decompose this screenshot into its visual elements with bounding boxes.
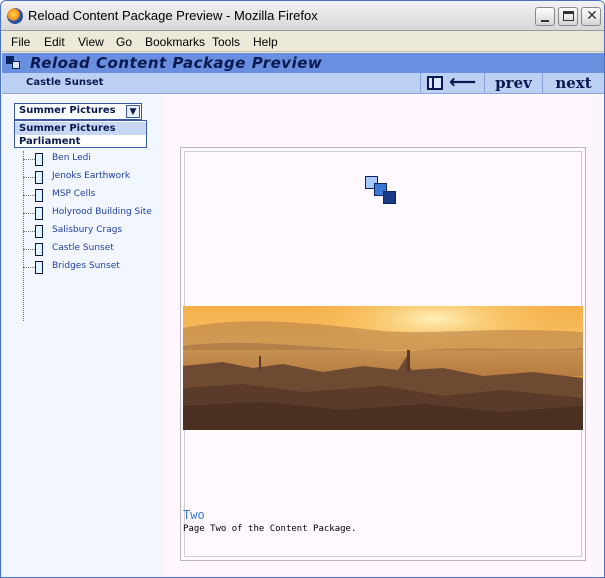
close-icon: ✕ <box>586 8 598 24</box>
content-text: Page Two of the Content Package. <box>183 524 357 534</box>
document-icon <box>35 171 43 184</box>
document-icon <box>35 225 43 238</box>
menu-tools[interactable]: Tools <box>212 35 240 49</box>
organization-option[interactable]: Summer Pictures <box>15 122 146 135</box>
toc-tree: Ben Ledi Jenoks Earthwork MSP Cells Holy… <box>20 151 162 331</box>
menu-file[interactable]: File <box>11 35 30 49</box>
maximize-icon <box>563 11 574 21</box>
maximize-button[interactable] <box>558 7 578 26</box>
organization-dropdown: Summer Pictures Parliament <box>14 120 147 148</box>
toc-item[interactable]: Bridges Sunset <box>20 259 162 277</box>
organization-select-value: Summer Pictures <box>19 105 116 116</box>
menu-bookmarks[interactable]: Bookmarks <box>145 35 205 49</box>
close-button[interactable]: ✕ <box>581 7 601 26</box>
prev-button[interactable]: prev <box>484 73 542 93</box>
toc-link[interactable]: Ben Ledi <box>52 153 91 163</box>
navigation-strip: Castle Sunset ⟵ prev next <box>2 71 604 94</box>
document-icon <box>35 189 43 202</box>
minimize-icon <box>541 20 549 22</box>
toc-panel: Summer Pictures ▼ Summer Pictures Parlia… <box>2 95 164 577</box>
content-frame: Two Page Two of the Content Package. <box>180 147 586 561</box>
next-button[interactable]: next <box>542 73 604 93</box>
chevron-down-icon[interactable]: ▼ <box>126 105 140 118</box>
toggle-toc-button[interactable]: ⟵ <box>420 71 484 93</box>
window-title: Reload Content Package Preview - Mozilla… <box>28 8 318 23</box>
organization-option[interactable]: Parliament <box>15 135 146 148</box>
document-icon <box>35 243 43 256</box>
menu-help[interactable]: Help <box>253 35 278 49</box>
document-icon <box>35 261 43 274</box>
menu-view[interactable]: View <box>78 35 104 49</box>
minimize-button[interactable] <box>535 7 555 26</box>
reload-header-banner: Reload Content Package Preview <box>2 53 604 73</box>
firefox-icon <box>7 8 23 24</box>
document-icon <box>35 207 43 220</box>
toc-link[interactable]: Salisbury Crags <box>52 225 122 235</box>
toc-item[interactable]: Holyrood Building Site <box>20 205 162 223</box>
frame-icon <box>427 76 443 90</box>
organization-select[interactable]: Summer Pictures ▼ <box>14 103 142 120</box>
title-bar[interactable]: Reload Content Package Preview - Mozilla… <box>1 1 604 31</box>
menu-bar: File Edit View Go Bookmarks Tools Help <box>1 32 604 52</box>
document-icon <box>35 153 43 166</box>
toc-item[interactable]: Jenoks Earthwork <box>20 169 162 187</box>
browser-window: Reload Content Package Preview - Mozilla… <box>0 0 605 578</box>
toc-link[interactable]: Jenoks Earthwork <box>52 171 130 181</box>
toc-link[interactable]: Bridges Sunset <box>52 261 120 271</box>
toc-item[interactable]: Ben Ledi <box>20 151 162 169</box>
page-viewport: Reload Content Package Preview Castle Su… <box>2 53 604 577</box>
toc-item[interactable]: Castle Sunset <box>20 241 162 259</box>
current-page-title: Castle Sunset <box>26 77 104 88</box>
back-arrow-icon: ⟵ <box>449 71 477 93</box>
menu-go[interactable]: Go <box>116 35 132 49</box>
toc-link[interactable]: Holyrood Building Site <box>52 207 152 217</box>
content-heading: Two <box>183 508 205 522</box>
toc-item[interactable]: MSP Cells <box>20 187 162 205</box>
menu-edit[interactable]: Edit <box>44 35 65 49</box>
package-header-title: Reload Content Package Preview <box>30 54 323 72</box>
squares-logo-icon <box>365 176 397 206</box>
castle-sunset-photo <box>183 306 583 430</box>
content-area: Two Page Two of the Content Package. <box>164 95 604 577</box>
toc-link[interactable]: MSP Cells <box>52 189 95 199</box>
reload-logo-icon <box>6 56 22 70</box>
next-label: next <box>555 74 592 92</box>
prev-label: prev <box>495 74 532 92</box>
toc-link[interactable]: Castle Sunset <box>52 243 114 253</box>
toc-item[interactable]: Salisbury Crags <box>20 223 162 241</box>
